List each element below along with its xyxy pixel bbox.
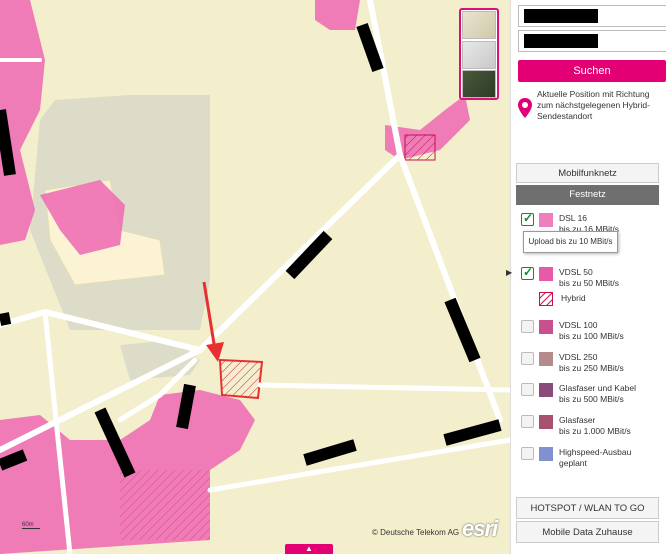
checkbox[interactable] [521, 447, 534, 460]
upload-tooltip: Upload bis zu 10 MBit/s [523, 231, 618, 253]
color-swatch [539, 383, 553, 397]
legend-sub: bis zu 100 MBit/s [559, 331, 624, 341]
scale-bar: 60m [22, 522, 40, 529]
address-input[interactable] [518, 5, 666, 27]
checkbox[interactable] [521, 352, 534, 365]
sidebar-panel: Suchen Aktuelle Position mit Richtung zu… [510, 0, 666, 554]
checkbox[interactable] [521, 415, 534, 428]
legend-title: DSL 16 [559, 213, 588, 223]
legend-sub: geplant [559, 458, 587, 468]
location-pin-icon[interactable] [517, 97, 533, 119]
hatch-swatch [539, 292, 553, 306]
redacted-value [524, 9, 598, 23]
legend-title: VDSL 100 [559, 320, 598, 330]
hybrid-area [404, 134, 436, 161]
current-position-text[interactable]: Aktuelle Position mit Richtung zum nächs… [537, 89, 662, 122]
legend-title: Glasfaser [559, 415, 596, 425]
chevron-up-icon: ▲ [305, 544, 313, 553]
topo-thumb[interactable] [462, 41, 496, 69]
checkbox[interactable] [521, 265, 534, 280]
color-swatch [539, 352, 553, 366]
color-swatch [539, 320, 553, 334]
checkbox[interactable] [521, 383, 534, 396]
legend-sub: bis zu 250 MBit/s [559, 363, 624, 373]
color-swatch [539, 415, 553, 429]
hybrid-area [120, 470, 210, 540]
legend-title: Hybrid [561, 293, 586, 303]
mobile-data-button[interactable]: Mobile Data Zuhause [516, 521, 659, 543]
color-swatch [539, 267, 553, 281]
location-arrow [202, 281, 224, 362]
street-map-thumb[interactable] [462, 11, 496, 39]
satellite-thumb[interactable] [462, 70, 496, 98]
legend-title: Highspeed-Ausbau [559, 447, 632, 457]
checkbox[interactable] [521, 320, 534, 333]
legend-title: Glasfaser und Kabel [559, 383, 637, 393]
esri-logo: esri [462, 516, 498, 541]
map-copyright: © Deutsche Telekom AG [372, 528, 460, 537]
city-input[interactable] [518, 30, 666, 52]
legend-sub: bis zu 500 MBit/s [559, 394, 624, 404]
legend-sub: bis zu 1.000 MBit/s [559, 426, 631, 436]
expand-bottom-tab[interactable]: ▲ [285, 544, 333, 554]
basemap-switcher[interactable] [459, 8, 499, 100]
coverage-map[interactable]: 60m © Deutsche Telekom AG esri ▲ [0, 0, 510, 554]
hotspot-button[interactable]: HOTSPOT / WLAN TO GO [516, 497, 659, 519]
tab-festnetz[interactable]: Festnetz [516, 185, 659, 205]
search-button[interactable]: Suchen [518, 60, 666, 82]
legend-sub: bis zu 50 MBit/s [559, 278, 619, 288]
map-canvas[interactable] [0, 0, 510, 554]
legend-title: VDSL 50 [559, 267, 593, 277]
color-swatch [539, 447, 553, 461]
legend-title: VDSL 250 [559, 352, 598, 362]
coverage-area [315, 0, 360, 30]
hybrid-highlight [218, 358, 264, 400]
tab-mobilfunknetz[interactable]: Mobilfunknetz [516, 163, 659, 183]
redacted-value [524, 34, 598, 48]
collapse-arrow-icon[interactable]: ▶ [506, 268, 512, 277]
checkbox[interactable] [521, 211, 534, 226]
color-swatch [539, 213, 553, 227]
